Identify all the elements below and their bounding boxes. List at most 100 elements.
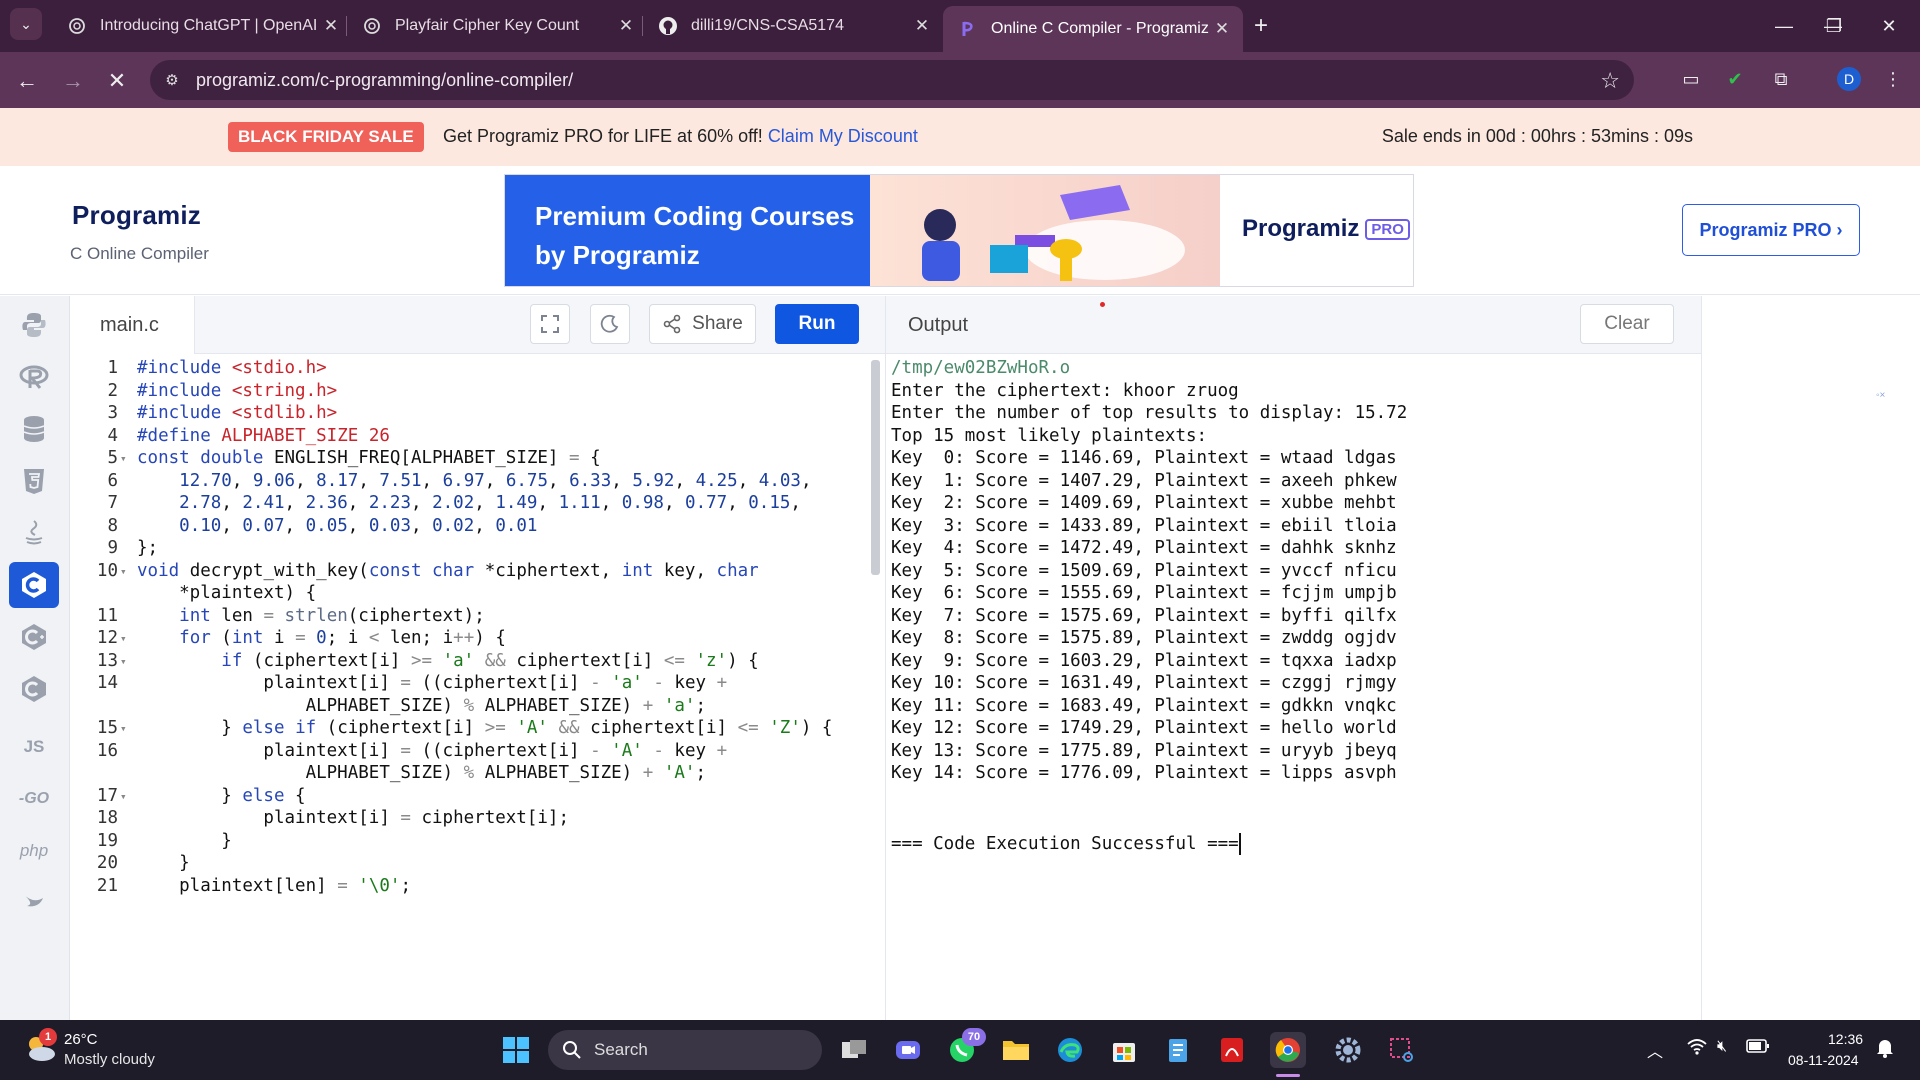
html5-icon[interactable] <box>9 458 59 504</box>
extension-check-icon[interactable]: ✔ <box>1720 64 1750 94</box>
right-ad-space: ◦× <box>1701 296 1920 1020</box>
show-hidden-icons-chevron-icon[interactable]: ︿ <box>1647 1038 1663 1062</box>
close-tab-icon[interactable]: ✕ <box>1209 19 1235 39</box>
share-button[interactable]: Share <box>649 304 756 344</box>
editor-scrollbar[interactable] <box>871 360 880 575</box>
r-icon[interactable] <box>9 354 59 400</box>
stop-loading-icon[interactable]: ✕ <box>100 64 134 98</box>
dark-mode-moon-icon[interactable] <box>590 304 630 344</box>
ad-pro-badge: PRO <box>1365 219 1410 241</box>
browser-tab-bar: ⌄ Introducing ChatGPT | OpenAI ✕ Playfai… <box>0 0 1920 52</box>
programiz-logo[interactable]: Programiz <box>72 200 201 231</box>
claim-discount-link[interactable]: Claim My Discount <box>768 126 918 146</box>
search-label: Search <box>594 1040 648 1059</box>
output-console[interactable]: /tmp/ew02BZwHoR.o Enter the ciphertext: k… <box>885 354 1701 1020</box>
clear-button[interactable]: Clear <box>1580 304 1674 344</box>
bookmark-star-icon[interactable]: ☆ <box>1600 68 1620 94</box>
run-button[interactable]: Run <box>775 304 859 344</box>
close-tab-icon[interactable]: ✕ <box>613 16 639 36</box>
meet-video-icon[interactable] <box>890 1032 926 1068</box>
new-tab-icon[interactable]: + <box>1245 10 1277 42</box>
file-tab-main-c[interactable]: main.c <box>70 296 195 354</box>
taskbar-search[interactable]: Search <box>548 1030 822 1070</box>
browser-address-bar: ← → ✕ ⚙ programiz.com/c-programming/onli… <box>0 52 1920 108</box>
tab-title: Introducing ChatGPT | OpenAI <box>100 17 318 34</box>
ad-illustration <box>870 175 1220 286</box>
notification-bell-icon[interactable] <box>1876 1038 1894 1063</box>
edge-browser-icon[interactable] <box>1052 1032 1088 1068</box>
output-line: Key 14: Score = 1776.09, Plaintext = lip… <box>891 763 1397 783</box>
weather-description: Mostly cloudy <box>64 1051 155 1068</box>
line-number: 21 <box>96 875 118 896</box>
wifi-icon[interactable] <box>1686 1038 1708 1061</box>
java-icon[interactable] <box>9 510 59 556</box>
profile-avatar[interactable]: D <box>1834 64 1864 94</box>
go-label: -GO <box>18 790 50 807</box>
page-subtitle: C Online Compiler <box>70 244 209 263</box>
csharp-icon[interactable] <box>9 666 59 712</box>
tab-programiz[interactable]: Online C Compiler - Programiz ✕ <box>943 6 1243 52</box>
extension-folder-icon[interactable]: ▭ <box>1676 64 1706 94</box>
tab-chatgpt[interactable]: Introducing ChatGPT | OpenAI ✕ <box>52 6 352 46</box>
acrobat-pdf-icon[interactable] <box>1214 1032 1250 1068</box>
profile-initial: D <box>1837 67 1861 91</box>
tab-search-chevron-icon[interactable]: ⌄ <box>10 8 42 40</box>
ad-banner[interactable]: Premium Coding Courses by Programiz Prog… <box>504 174 1414 287</box>
tab-github[interactable]: dilli19/CNS-CSA5174 ✕ <box>643 6 943 46</box>
url-omnibox[interactable]: ⚙ programiz.com/c-programming/online-com… <box>150 60 1634 100</box>
php-label: php <box>19 841 49 860</box>
sale-banner: BLACK FRIDAY SALE Get Programiz PRO for … <box>0 108 1920 166</box>
sale-badge: BLACK FRIDAY SALE <box>228 122 424 152</box>
go-icon[interactable]: -GO <box>9 776 59 822</box>
chrome-active-indicator <box>1276 1074 1300 1077</box>
js-icon[interactable]: JS <box>9 724 59 770</box>
whatsapp-unread-badge: 70 <box>962 1028 986 1046</box>
fullscreen-icon[interactable] <box>530 304 570 344</box>
close-tab-icon[interactable]: ✕ <box>909 16 935 36</box>
weather-temperature: 26°C <box>64 1031 98 1048</box>
output-title: Output <box>908 314 969 336</box>
ad-left-panel: Premium Coding Courses by Programiz <box>505 175 870 286</box>
close-tab-icon[interactable]: ✕ <box>318 16 344 36</box>
clock-time[interactable]: 12:36 <box>1828 1031 1863 1047</box>
cpp-icon[interactable] <box>9 614 59 660</box>
clock-date[interactable]: 08-11-2024 <box>1788 1052 1859 1068</box>
task-view-icon[interactable] <box>836 1032 872 1068</box>
snipping-tool-icon[interactable] <box>1384 1032 1420 1068</box>
sql-icon[interactable] <box>9 406 59 452</box>
file-explorer-icon[interactable] <box>998 1032 1034 1068</box>
code-line[interactable]: 21 plaintext[len] = '\0'; <box>70 873 870 900</box>
share-icon <box>663 314 681 334</box>
tab-playfair[interactable]: Playfair Cipher Key Count ✕ <box>347 6 647 46</box>
weather-alert-badge: 1 <box>39 1028 57 1046</box>
openai-icon <box>361 15 383 37</box>
back-icon[interactable]: ← <box>10 64 44 98</box>
chrome-browser-icon[interactable] <box>1270 1032 1306 1068</box>
volume-muted-icon[interactable]: 🔇︎ <box>1717 1038 1727 1056</box>
c-icon[interactable] <box>9 562 59 608</box>
windows-start-icon[interactable] <box>498 1032 534 1068</box>
notepad-icon[interactable] <box>1160 1032 1196 1068</box>
close-window-icon[interactable]: ✕ <box>1865 10 1913 42</box>
restore-window-icon[interactable]: ❐ <box>1810 10 1858 42</box>
loading-dot <box>1100 302 1105 307</box>
minimize-window-icon[interactable]: — <box>1760 10 1808 42</box>
python-icon[interactable] <box>9 302 59 348</box>
url-text: programiz.com/c-programming/online-compi… <box>196 70 574 90</box>
language-rail: JS -GO php <box>0 296 70 1020</box>
browser-menu-icon[interactable]: ⋮ <box>1878 64 1908 94</box>
tab-title: dilli19/CNS-CSA5174 <box>691 17 844 34</box>
swift-icon[interactable] <box>9 880 59 910</box>
extensions-puzzle-icon[interactable]: ⧉ <box>1766 64 1796 94</box>
forward-icon[interactable]: → <box>56 64 90 98</box>
php-icon[interactable]: php <box>9 828 59 874</box>
openai-icon <box>66 15 88 37</box>
programiz-pro-button[interactable]: Programiz PRO › <box>1682 204 1860 256</box>
microsoft-store-icon[interactable] <box>1106 1032 1142 1068</box>
settings-gear-icon[interactable] <box>1330 1032 1366 1068</box>
code-editor[interactable]: 1 #include <stdio.h> 2 #include <string.h> 3… <box>70 354 885 1020</box>
site-settings-icon[interactable]: ⚙ <box>160 68 184 92</box>
github-icon <box>657 15 679 37</box>
share-label: Share <box>692 313 743 334</box>
battery-icon[interactable] <box>1746 1038 1770 1059</box>
